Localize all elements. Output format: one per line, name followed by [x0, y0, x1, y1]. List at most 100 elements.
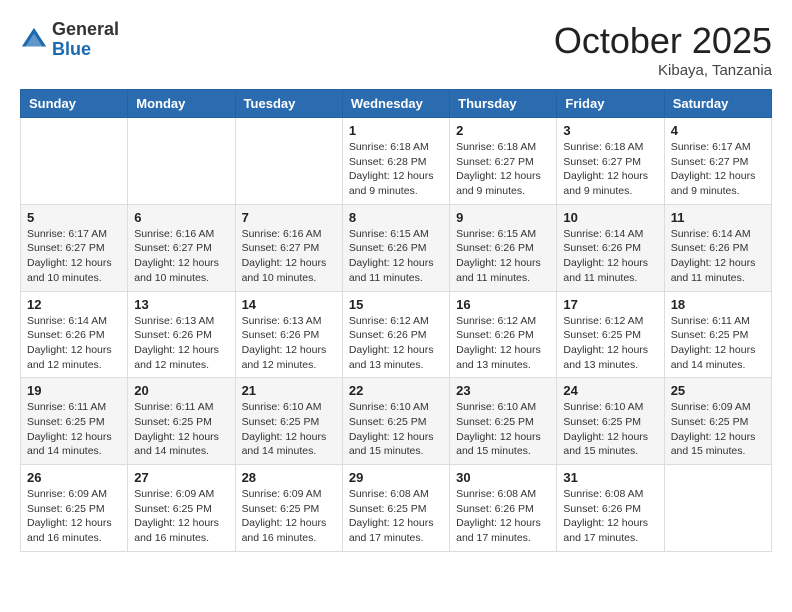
day-number: 12 — [27, 297, 121, 312]
calendar-day-27: 27 Sunrise: 6:09 AM Sunset: 6:25 PM Dayli… — [128, 465, 235, 552]
day-number: 20 — [134, 383, 228, 398]
day-info: Sunrise: 6:11 AM Sunset: 6:25 PM Dayligh… — [671, 314, 765, 373]
logo: General Blue — [20, 20, 119, 60]
day-info: Sunrise: 6:08 AM Sunset: 6:25 PM Dayligh… — [349, 487, 443, 546]
calendar-day-6: 6Sunrise: 6:16 AM Sunset: 6:27 PM Daylig… — [128, 204, 235, 291]
calendar-day-17: 17 Sunrise: 6:12 AM Sunset: 6:25 PM Dayli… — [557, 291, 664, 378]
day-info: Sunrise: 6:16 AM Sunset: 6:27 PM Dayligh… — [134, 227, 228, 286]
calendar-day-4: 4 Sunrise: 6:17 AM Sunset: 6:27 PM Daylig… — [664, 118, 771, 205]
day-number: 7 — [242, 210, 336, 225]
calendar-day-11: 11 Sunrise: 6:14 AM Sunset: 6:26 PM Dayli… — [664, 204, 771, 291]
calendar-day-26: 26 Sunrise: 6:09 AM Sunset: 6:25 PM Dayli… — [21, 465, 128, 552]
day-number: 22 — [349, 383, 443, 398]
calendar-day-3: 3 Sunrise: 6:18 AM Sunset: 6:27 PM Daylig… — [557, 118, 664, 205]
day-number: 18 — [671, 297, 765, 312]
calendar-day-9: 9Sunrise: 6:15 AM Sunset: 6:26 PM Daylig… — [450, 204, 557, 291]
column-header-monday: Monday — [128, 90, 235, 118]
column-header-tuesday: Tuesday — [235, 90, 342, 118]
column-header-thursday: Thursday — [450, 90, 557, 118]
day-number: 29 — [349, 470, 443, 485]
calendar-day-1: 1 Sunrise: 6:18 AM Sunset: 6:28 PM Daylig… — [342, 118, 449, 205]
empty-cell — [235, 118, 342, 205]
day-number: 14 — [242, 297, 336, 312]
calendar-day-8: 8Sunrise: 6:15 AM Sunset: 6:26 PM Daylig… — [342, 204, 449, 291]
day-info: Sunrise: 6:17 AM Sunset: 6:27 PM Dayligh… — [671, 140, 765, 199]
calendar-day-7: 7Sunrise: 6:16 AM Sunset: 6:27 PM Daylig… — [235, 204, 342, 291]
empty-cell — [128, 118, 235, 205]
day-number: 5 — [27, 210, 121, 225]
calendar-week-1: 1 Sunrise: 6:18 AM Sunset: 6:28 PM Daylig… — [21, 118, 772, 205]
empty-cell — [21, 118, 128, 205]
location: Kibaya, Tanzania — [554, 62, 772, 79]
day-info: Sunrise: 6:11 AM Sunset: 6:25 PM Dayligh… — [27, 400, 121, 459]
day-info: Sunrise: 6:12 AM Sunset: 6:26 PM Dayligh… — [456, 314, 550, 373]
calendar-day-23: 23 Sunrise: 6:10 AM Sunset: 6:25 PM Dayli… — [450, 378, 557, 465]
day-info: Sunrise: 6:14 AM Sunset: 6:26 PM Dayligh… — [563, 227, 657, 286]
day-info: Sunrise: 6:18 AM Sunset: 6:28 PM Dayligh… — [349, 140, 443, 199]
logo-text: General Blue — [52, 20, 119, 60]
day-info: Sunrise: 6:09 AM Sunset: 6:25 PM Dayligh… — [134, 487, 228, 546]
day-number: 21 — [242, 383, 336, 398]
day-number: 10 — [563, 210, 657, 225]
logo-general: General — [52, 20, 119, 40]
day-number: 8 — [349, 210, 443, 225]
day-info: Sunrise: 6:15 AM Sunset: 6:26 PM Dayligh… — [456, 227, 550, 286]
day-info: Sunrise: 6:10 AM Sunset: 6:25 PM Dayligh… — [456, 400, 550, 459]
day-number: 4 — [671, 123, 765, 138]
calendar-day-14: 14Sunrise: 6:13 AM Sunset: 6:26 PM Dayli… — [235, 291, 342, 378]
day-info: Sunrise: 6:13 AM Sunset: 6:26 PM Dayligh… — [134, 314, 228, 373]
day-info: Sunrise: 6:10 AM Sunset: 6:25 PM Dayligh… — [242, 400, 336, 459]
day-info: Sunrise: 6:17 AM Sunset: 6:27 PM Dayligh… — [27, 227, 121, 286]
calendar-week-2: 5 Sunrise: 6:17 AM Sunset: 6:27 PM Daylig… — [21, 204, 772, 291]
day-info: Sunrise: 6:14 AM Sunset: 6:26 PM Dayligh… — [27, 314, 121, 373]
day-info: Sunrise: 6:18 AM Sunset: 6:27 PM Dayligh… — [563, 140, 657, 199]
day-info: Sunrise: 6:08 AM Sunset: 6:26 PM Dayligh… — [456, 487, 550, 546]
logo-icon — [20, 26, 48, 54]
day-info: Sunrise: 6:10 AM Sunset: 6:25 PM Dayligh… — [563, 400, 657, 459]
day-info: Sunrise: 6:12 AM Sunset: 6:25 PM Dayligh… — [563, 314, 657, 373]
column-header-saturday: Saturday — [664, 90, 771, 118]
day-info: Sunrise: 6:14 AM Sunset: 6:26 PM Dayligh… — [671, 227, 765, 286]
calendar-day-24: 24 Sunrise: 6:10 AM Sunset: 6:25 PM Dayli… — [557, 378, 664, 465]
calendar-day-29: 29 Sunrise: 6:08 AM Sunset: 6:25 PM Dayli… — [342, 465, 449, 552]
day-number: 31 — [563, 470, 657, 485]
day-info: Sunrise: 6:09 AM Sunset: 6:25 PM Dayligh… — [27, 487, 121, 546]
day-number: 3 — [563, 123, 657, 138]
calendar-day-20: 20 Sunrise: 6:11 AM Sunset: 6:25 PM Dayli… — [128, 378, 235, 465]
calendar-day-12: 12 Sunrise: 6:14 AM Sunset: 6:26 PM Dayli… — [21, 291, 128, 378]
calendar-header-row: SundayMondayTuesdayWednesdayThursdayFrid… — [21, 90, 772, 118]
day-number: 16 — [456, 297, 550, 312]
day-number: 17 — [563, 297, 657, 312]
calendar-week-4: 19 Sunrise: 6:11 AM Sunset: 6:25 PM Dayli… — [21, 378, 772, 465]
day-number: 1 — [349, 123, 443, 138]
calendar-day-18: 18 Sunrise: 6:11 AM Sunset: 6:25 PM Dayli… — [664, 291, 771, 378]
calendar-day-25: 25Sunrise: 6:09 AM Sunset: 6:25 PM Dayli… — [664, 378, 771, 465]
calendar-day-13: 13 Sunrise: 6:13 AM Sunset: 6:26 PM Dayli… — [128, 291, 235, 378]
day-info: Sunrise: 6:11 AM Sunset: 6:25 PM Dayligh… — [134, 400, 228, 459]
day-number: 24 — [563, 383, 657, 398]
day-number: 23 — [456, 383, 550, 398]
calendar-table: SundayMondayTuesdayWednesdayThursdayFrid… — [20, 89, 772, 552]
day-number: 27 — [134, 470, 228, 485]
page-header: General Blue October 2025 Kibaya, Tanzan… — [20, 20, 772, 79]
day-number: 2 — [456, 123, 550, 138]
calendar-day-15: 15Sunrise: 6:12 AM Sunset: 6:26 PM Dayli… — [342, 291, 449, 378]
column-header-friday: Friday — [557, 90, 664, 118]
calendar-day-22: 22Sunrise: 6:10 AM Sunset: 6:25 PM Dayli… — [342, 378, 449, 465]
day-number: 11 — [671, 210, 765, 225]
calendar-day-5: 5 Sunrise: 6:17 AM Sunset: 6:27 PM Daylig… — [21, 204, 128, 291]
day-number: 26 — [27, 470, 121, 485]
day-info: Sunrise: 6:09 AM Sunset: 6:25 PM Dayligh… — [671, 400, 765, 459]
column-header-sunday: Sunday — [21, 90, 128, 118]
calendar-day-30: 30 Sunrise: 6:08 AM Sunset: 6:26 PM Dayli… — [450, 465, 557, 552]
day-number: 30 — [456, 470, 550, 485]
calendar-day-19: 19 Sunrise: 6:11 AM Sunset: 6:25 PM Dayli… — [21, 378, 128, 465]
calendar-day-16: 16 Sunrise: 6:12 AM Sunset: 6:26 PM Dayli… — [450, 291, 557, 378]
day-info: Sunrise: 6:09 AM Sunset: 6:25 PM Dayligh… — [242, 487, 336, 546]
title-area: October 2025 Kibaya, Tanzania — [554, 20, 772, 79]
day-number: 19 — [27, 383, 121, 398]
day-number: 13 — [134, 297, 228, 312]
day-number: 15 — [349, 297, 443, 312]
calendar-week-3: 12 Sunrise: 6:14 AM Sunset: 6:26 PM Dayli… — [21, 291, 772, 378]
calendar-day-21: 21 Sunrise: 6:10 AM Sunset: 6:25 PM Dayli… — [235, 378, 342, 465]
